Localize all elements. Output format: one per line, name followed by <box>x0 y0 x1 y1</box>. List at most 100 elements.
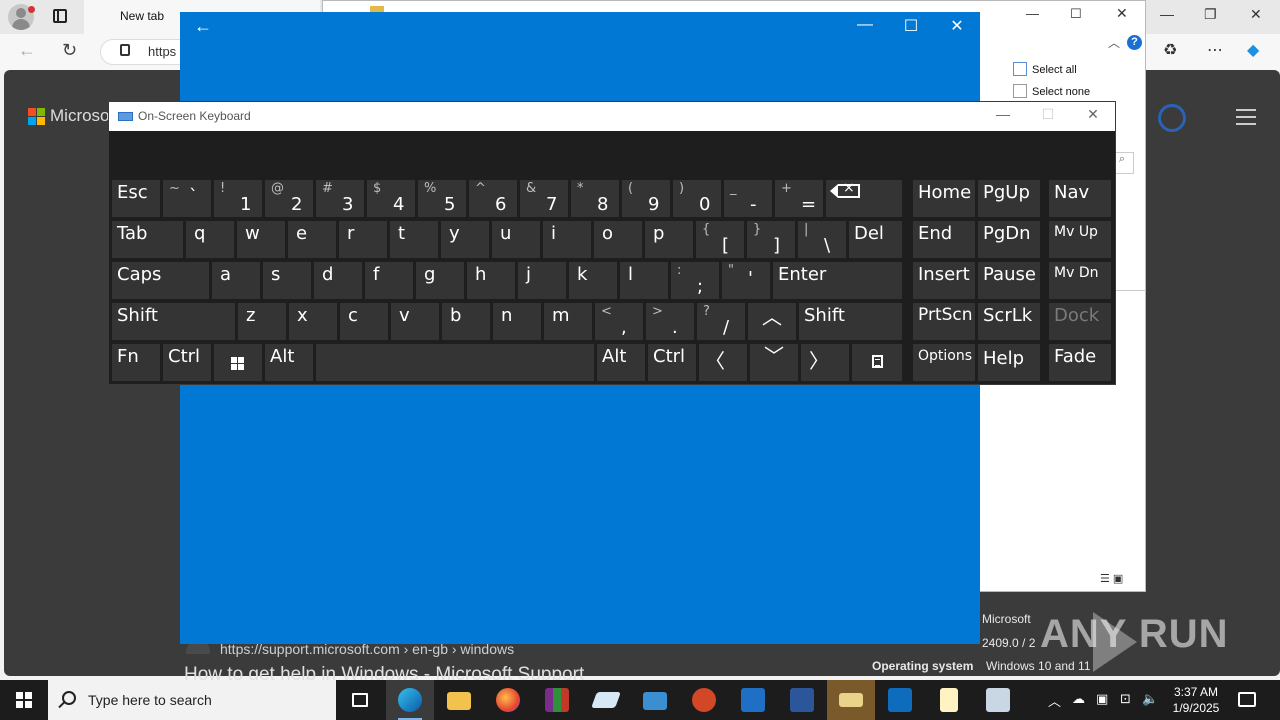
key-pgdn[interactable]: PgDn <box>978 221 1040 258</box>
key-shift-left[interactable]: Shift <box>112 303 235 340</box>
key-k[interactable]: k <box>569 262 617 299</box>
key-backspace[interactable] <box>826 180 902 217</box>
key-minus[interactable]: _ - <box>724 180 772 217</box>
key-n[interactable]: n <box>493 303 541 340</box>
key-caps[interactable]: Caps <box>112 262 209 299</box>
key-fn[interactable]: Fn <box>112 344 160 381</box>
key-t[interactable]: t <box>390 221 438 258</box>
key-arrow-left[interactable]: 〈 <box>699 344 747 381</box>
taskbar-file-explorer[interactable] <box>435 680 483 720</box>
key-r[interactable]: r <box>339 221 387 258</box>
taskbar-outlook[interactable] <box>876 680 924 720</box>
key-v[interactable]: v <box>391 303 439 340</box>
key-8[interactable]: * 8 <box>571 180 619 217</box>
taskbar-firefox[interactable] <box>484 680 532 720</box>
explorer-close-icon[interactable]: ✕ <box>1116 5 1128 22</box>
key-options[interactable]: Options <box>913 344 975 381</box>
volume-icon[interactable]: 🔈 <box>1142 691 1158 707</box>
key-g[interactable]: g <box>416 262 464 299</box>
key-end[interactable]: End <box>913 221 975 258</box>
osk-title-bar[interactable]: On-Screen Keyboard — ☐ ✕ <box>109 102 1115 131</box>
key-scrlk[interactable]: ScrLk <box>978 303 1040 340</box>
key-z[interactable]: z <box>238 303 286 340</box>
key-arrow-right[interactable]: 〉 <box>801 344 849 381</box>
key-l[interactable]: l <box>620 262 668 299</box>
edge-minimize-icon[interactable]: — <box>1160 6 1174 22</box>
edge-restore-icon[interactable]: ❐ <box>1204 6 1217 23</box>
key-1[interactable]: ! 1 <box>214 180 262 217</box>
key-comma[interactable]: <, <box>595 303 643 340</box>
key-arrow-down[interactable]: ﹀ <box>750 344 798 381</box>
key-mv-dn[interactable]: Mv Dn <box>1049 262 1111 299</box>
key-2[interactable]: @2 <box>265 180 313 217</box>
help-icon[interactable]: ? <box>1127 35 1142 50</box>
key-equals[interactable]: + = <box>775 180 823 217</box>
key-q[interactable]: q <box>186 221 234 258</box>
key-del[interactable]: Del <box>849 221 902 258</box>
key-quote[interactable]: " ' <box>722 262 770 299</box>
key-4[interactable]: $4 <box>367 180 415 217</box>
key-slash[interactable]: ? / <box>697 303 745 340</box>
lock-icon[interactable] <box>120 44 130 56</box>
key-e[interactable]: e <box>288 221 336 258</box>
key-m[interactable]: m <box>544 303 592 340</box>
select-none-button[interactable]: Select none <box>1032 86 1090 98</box>
key-d[interactable]: d <box>314 262 362 299</box>
taskbar-app-6[interactable] <box>631 680 679 720</box>
key-j[interactable]: j <box>518 262 566 299</box>
copilot-icon[interactable]: ◆ <box>1247 40 1259 60</box>
key-a[interactable]: a <box>212 262 260 299</box>
start-button[interactable] <box>0 680 48 720</box>
taskbar-clock[interactable]: 3:37 AM 1/9/2025 <box>1166 684 1226 716</box>
key-b[interactable]: b <box>442 303 490 340</box>
taskbar-winrar[interactable] <box>533 680 581 720</box>
hamburger-menu-icon[interactable] <box>1236 109 1256 125</box>
taskbar-powerpoint[interactable] <box>680 680 728 720</box>
key-5[interactable]: % 5 <box>418 180 466 217</box>
key-pause[interactable]: Pause <box>978 262 1040 299</box>
key-enter[interactable]: Enter <box>773 262 902 299</box>
explorer-maximize-icon[interactable]: ☐ <box>1070 6 1082 22</box>
key-7[interactable]: & 7 <box>520 180 568 217</box>
device-icon[interactable]: ▣ <box>1096 691 1108 707</box>
browser-essentials-icon[interactable]: ♻ <box>1163 40 1177 60</box>
key-f[interactable]: f <box>365 262 413 299</box>
key-shift-right[interactable]: Shift <box>799 303 902 340</box>
maximize-icon[interactable]: ☐ <box>896 16 926 36</box>
key-space[interactable] <box>316 344 594 381</box>
taskbar-app-12[interactable] <box>925 680 973 720</box>
refresh-icon[interactable]: ↻ <box>62 40 77 61</box>
taskbar-search-box[interactable]: Type here to search <box>48 680 336 720</box>
onedrive-icon[interactable]: ☁ <box>1072 691 1085 707</box>
key-y[interactable]: y <box>441 221 489 258</box>
edge-close-icon[interactable]: ✕ <box>1250 6 1262 23</box>
chevron-up-icon[interactable]: ︿ <box>1048 691 1061 710</box>
key-u[interactable]: u <box>492 221 540 258</box>
key-o[interactable]: o <box>594 221 642 258</box>
close-icon[interactable]: ✕ <box>942 16 972 36</box>
key-6[interactable]: ^ 6 <box>469 180 517 217</box>
key-ctrl-right[interactable]: Ctrl <box>648 344 696 381</box>
key-esc[interactable]: Esc <box>112 180 160 217</box>
view-toggle-icon[interactable]: ☰ ▣ <box>1100 572 1123 585</box>
key-backtick[interactable]: ~ ` <box>163 180 211 217</box>
osk-minimize-icon[interactable]: — <box>981 106 1025 128</box>
key-w[interactable]: w <box>237 221 285 258</box>
shield-icon[interactable] <box>1158 104 1186 132</box>
more-options-icon[interactable]: ⋯ <box>1207 40 1223 60</box>
select-all-button[interactable]: Select all <box>1032 64 1077 76</box>
taskbar-word[interactable] <box>778 680 826 720</box>
key-prtscn[interactable]: PrtScn <box>913 303 975 340</box>
key-p[interactable]: p <box>645 221 693 258</box>
key-i[interactable]: i <box>543 221 591 258</box>
key-alt-right[interactable]: Alt <box>597 344 645 381</box>
key-help[interactable]: Help <box>978 344 1040 381</box>
notification-icon[interactable] <box>1238 692 1256 707</box>
key-windows[interactable] <box>214 344 262 381</box>
tab-actions-icon[interactable] <box>53 9 67 23</box>
osk-close-icon[interactable]: ✕ <box>1071 106 1115 128</box>
key-period[interactable]: >. <box>646 303 694 340</box>
ribbon-collapse-icon[interactable]: ︿ <box>1108 34 1120 51</box>
taskbar-osk[interactable] <box>827 680 875 720</box>
taskbar-app-5[interactable] <box>582 680 630 720</box>
